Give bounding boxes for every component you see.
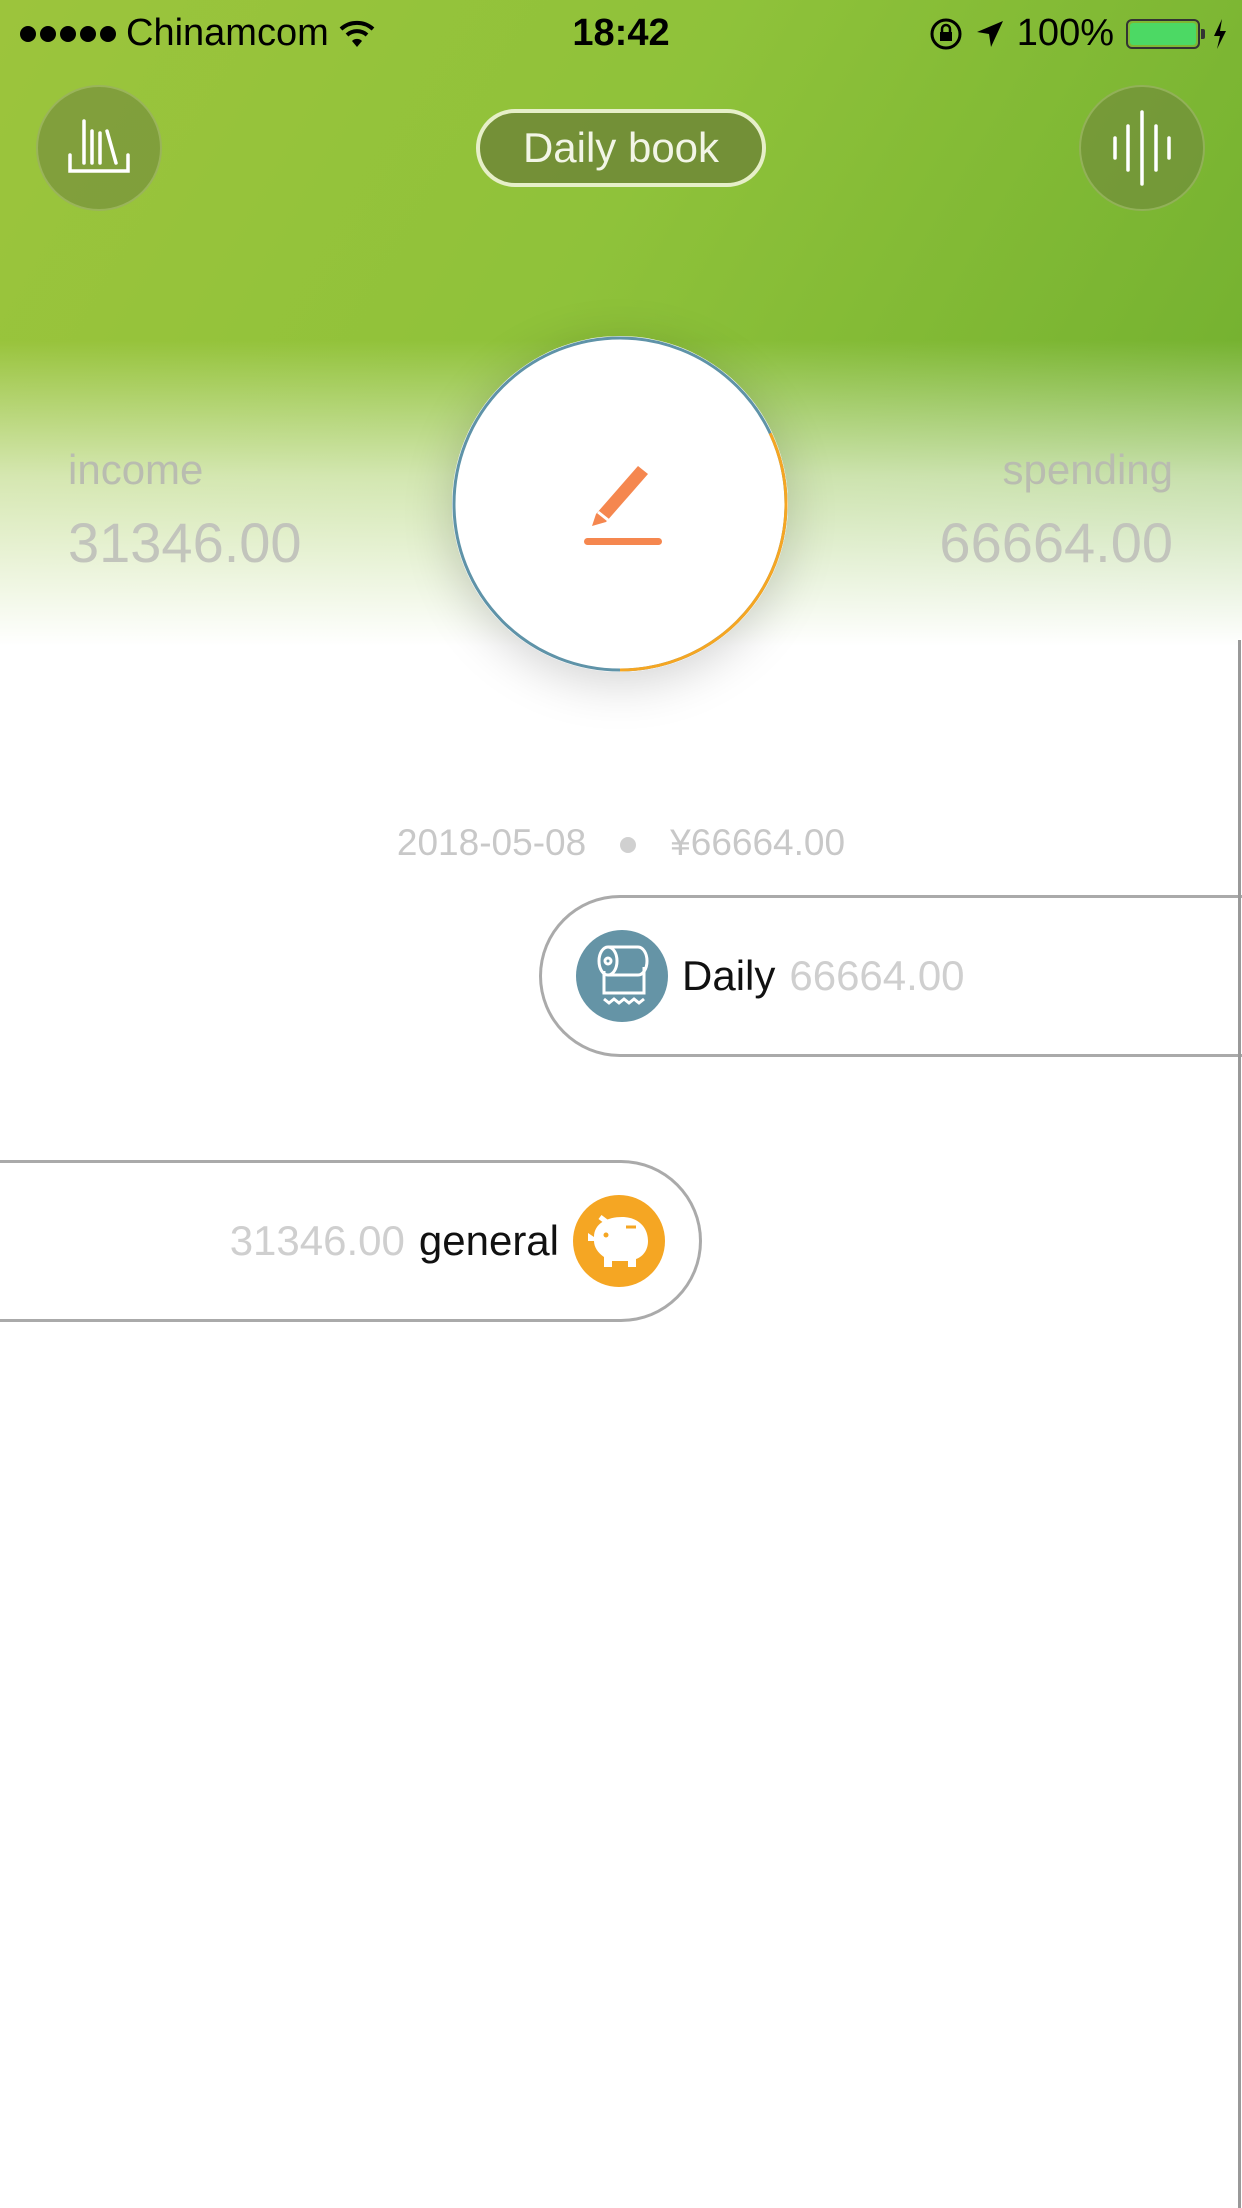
income-arc bbox=[619, 432, 788, 672]
pencil-edit-icon bbox=[584, 466, 662, 545]
scrollbar-edge bbox=[1238, 640, 1241, 2208]
add-record-button[interactable] bbox=[452, 336, 788, 672]
bookshelf-icon bbox=[68, 119, 130, 173]
toilet-paper-icon bbox=[576, 930, 668, 1022]
spending-label: spending bbox=[1002, 446, 1173, 493]
entry-category: Daily bbox=[682, 952, 776, 999]
rotation-lock-icon bbox=[930, 18, 962, 49]
voice-button[interactable] bbox=[1079, 85, 1205, 211]
bookshelf-button[interactable] bbox=[36, 85, 162, 211]
day-date: 2018-05-08 bbox=[396, 822, 587, 863]
location-icon bbox=[976, 20, 1003, 47]
separator-dot bbox=[620, 837, 637, 854]
income-entry[interactable]: 31346.00 general bbox=[0, 1160, 702, 1322]
battery-icon bbox=[1126, 18, 1205, 49]
income-spending-ring bbox=[452, 336, 788, 672]
entry-amount: 31346.00 bbox=[229, 1217, 405, 1264]
status-bar: Chinamcom 18:42 100% bbox=[0, 0, 1242, 64]
entry-category: general bbox=[418, 1217, 559, 1264]
entry-amount: 66664.00 bbox=[789, 952, 965, 999]
spending-value: 66664.00 bbox=[939, 511, 1173, 574]
day-header: 2018-05-08 ¥66664.00 bbox=[0, 822, 1242, 864]
day-total: ¥66664.00 bbox=[670, 822, 846, 863]
charging-icon bbox=[1214, 18, 1226, 49]
piggy-bank-icon bbox=[573, 1195, 665, 1287]
voice-wave-icon bbox=[1113, 110, 1171, 186]
book-selector[interactable]: Daily book bbox=[476, 109, 766, 187]
income-value: 31346.00 bbox=[68, 511, 302, 574]
battery-percent: 100% bbox=[1016, 12, 1114, 54]
income-label: income bbox=[68, 446, 204, 493]
spending-entry[interactable]: Daily 66664.00 bbox=[539, 895, 1242, 1057]
